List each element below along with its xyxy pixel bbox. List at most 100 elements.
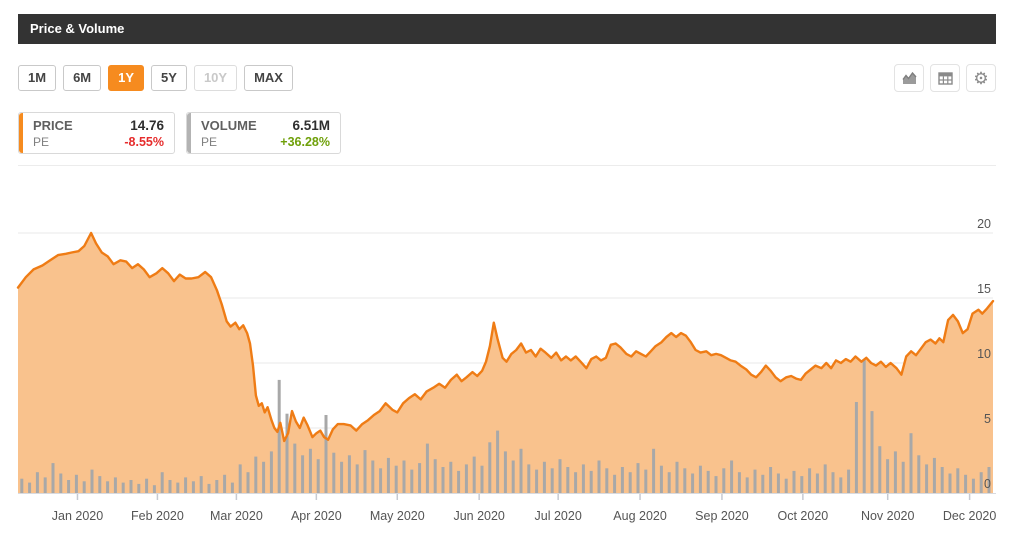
volume-bar: [972, 479, 975, 493]
volume-bar: [106, 481, 109, 493]
volume-bar: [169, 480, 172, 493]
volume-bar: [59, 474, 62, 494]
y-axis-label: 15: [977, 282, 991, 296]
volume-bar: [793, 471, 796, 493]
volume-bar: [130, 480, 133, 493]
volume-bar: [473, 457, 476, 493]
volume-bar: [847, 470, 850, 493]
volume-bar: [52, 463, 55, 493]
y-axis-label: 20: [977, 217, 991, 231]
volume-bar: [223, 475, 226, 493]
volume-bar: [956, 468, 959, 493]
table-view-button[interactable]: [930, 64, 960, 92]
range-button-10y[interactable]: 10Y: [194, 65, 237, 91]
volume-bar: [410, 470, 413, 493]
volume-bar: [161, 472, 164, 493]
volume-bar: [816, 474, 819, 494]
volume-accent-bar: [187, 113, 191, 153]
x-axis-label: Apr 2020: [291, 509, 342, 523]
volume-bar: [418, 463, 421, 493]
volume-bar: [481, 466, 484, 493]
volume-bar: [707, 471, 710, 493]
volume-change: +36.28%: [280, 134, 330, 150]
volume-bar: [598, 461, 601, 494]
volume-bar: [886, 459, 889, 493]
volume-bar: [348, 455, 351, 493]
range-button-6m[interactable]: 6M: [63, 65, 101, 91]
price-value: 14.76: [130, 118, 164, 134]
range-button-5y[interactable]: 5Y: [151, 65, 187, 91]
price-metric-label: PE: [33, 134, 49, 150]
volume-bar: [660, 466, 663, 493]
x-axis-label: Feb 2020: [131, 509, 184, 523]
price-legend-card[interactable]: PRICE 14.76 PE -8.55%: [18, 112, 175, 154]
volume-bar: [878, 446, 881, 493]
volume-bar: [933, 458, 936, 493]
area-chart-icon: [902, 72, 917, 85]
volume-bar: [722, 468, 725, 493]
volume-bar: [527, 464, 530, 493]
volume-bar: [325, 415, 328, 493]
volume-bar: [20, 479, 23, 493]
range-button-max[interactable]: MAX: [244, 65, 293, 91]
table-icon: [938, 72, 953, 85]
volume-bar: [761, 475, 764, 493]
volume-bar: [184, 477, 187, 493]
y-axis-label: 5: [984, 412, 991, 426]
volume-bar: [855, 402, 858, 493]
volume-bar: [293, 444, 296, 493]
area-chart-button[interactable]: [894, 64, 924, 92]
volume-bar: [231, 483, 234, 493]
volume-bar: [465, 464, 468, 493]
volume-bar: [543, 462, 546, 493]
volume-bar: [699, 466, 702, 493]
y-axis-label: 0: [984, 477, 991, 491]
volume-bar: [605, 468, 608, 493]
volume-bar: [613, 475, 616, 493]
volume-bar: [917, 455, 920, 493]
volume-bar: [769, 467, 772, 493]
price-change: -8.55%: [124, 134, 164, 150]
volume-bar: [800, 476, 803, 493]
volume-bar: [442, 467, 445, 493]
volume-bar: [715, 476, 718, 493]
settings-button[interactable]: ⚙: [966, 64, 996, 92]
volume-bar: [902, 462, 905, 493]
volume-bar: [67, 480, 70, 493]
volume-bar: [949, 474, 952, 494]
volume-bar: [777, 474, 780, 494]
range-selector: 1M 6M 1Y 5Y 10Y MAX: [18, 65, 293, 91]
volume-bar: [925, 464, 928, 493]
volume-bar: [114, 477, 117, 493]
range-button-1y[interactable]: 1Y: [108, 65, 144, 91]
volume-bar: [566, 467, 569, 493]
volume-bar: [629, 472, 632, 493]
volume-bar: [239, 464, 242, 493]
volume-bar: [574, 472, 577, 493]
volume-metric-label: PE: [201, 134, 217, 150]
volume-bar: [488, 442, 491, 493]
volume-bar: [910, 433, 913, 493]
volume-bar: [746, 477, 749, 493]
price-accent-bar: [19, 113, 23, 153]
volume-bar: [512, 461, 515, 494]
volume-legend-card[interactable]: VOLUME 6.51M PE +36.28%: [186, 112, 341, 154]
volume-bar: [270, 451, 273, 493]
range-button-1m[interactable]: 1M: [18, 65, 56, 91]
volume-bar: [83, 481, 86, 493]
volume-bar: [676, 462, 679, 493]
x-axis-label: Jun 2020: [453, 509, 504, 523]
volume-bar: [192, 481, 195, 493]
volume-bar: [371, 461, 374, 494]
volume-bar: [824, 464, 827, 493]
volume-bar: [247, 472, 250, 493]
volume-bar: [754, 470, 757, 493]
legend-chart-divider: [18, 165, 996, 166]
volume-bar: [496, 431, 499, 493]
volume-bar: [559, 459, 562, 493]
volume-bar: [863, 359, 866, 493]
volume-bar: [964, 475, 967, 493]
volume-bar: [941, 467, 944, 493]
volume-bar: [28, 483, 31, 493]
volume-bar: [75, 475, 78, 493]
